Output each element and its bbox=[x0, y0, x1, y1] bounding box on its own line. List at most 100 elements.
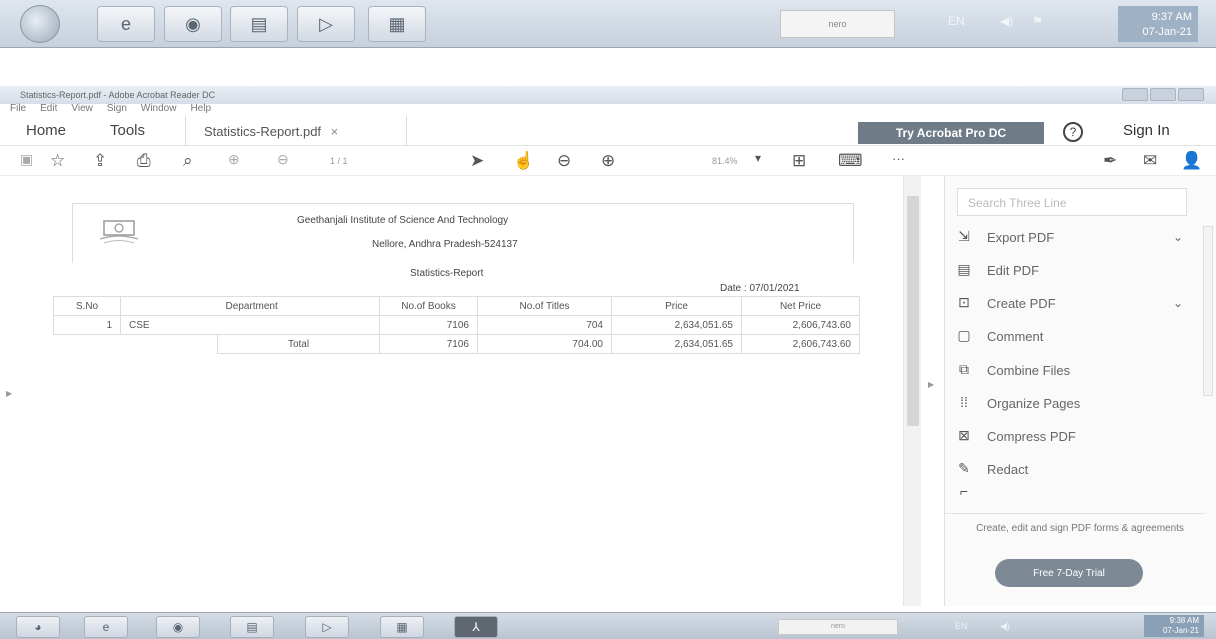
tool-next-partial[interactable]: ⌐ bbox=[953, 484, 1193, 500]
tab-document-label: Statistics-Report.pdf bbox=[204, 124, 322, 139]
tool-export-pdf-label: Export PDF bbox=[987, 229, 1055, 245]
menu-sign[interactable]: Sign bbox=[107, 103, 127, 117]
zoom-level[interactable]: 81.4% bbox=[712, 156, 738, 166]
tool-compress-pdf[interactable]: ⊠ Compress PDF bbox=[953, 423, 1193, 449]
volume-icon[interactable]: ◀) bbox=[1000, 621, 1010, 632]
close-tab-icon[interactable]: × bbox=[331, 124, 339, 139]
print-icon[interactable]: ⎙ bbox=[137, 151, 151, 171]
select-cursor-icon[interactable]: ➤ bbox=[470, 151, 484, 171]
close-window-button[interactable] bbox=[1178, 88, 1204, 101]
tool-combine-files[interactable]: ⧉ Combine Files bbox=[953, 357, 1193, 383]
chevron-down-icon[interactable]: ⌄ bbox=[1173, 230, 1183, 244]
menu-edit[interactable]: Edit bbox=[40, 103, 57, 117]
file-explorer-icon[interactable]: ▤ bbox=[230, 6, 288, 42]
more-tools-icon[interactable]: ··· bbox=[892, 151, 905, 166]
zoom-dropdown-icon[interactable]: ▾ bbox=[755, 151, 761, 165]
zoom-out-icon[interactable]: ⊖ bbox=[557, 151, 571, 171]
tool-edit-pdf[interactable]: ▤ Edit PDF bbox=[953, 257, 1193, 283]
media-player-icon[interactable]: ▷ bbox=[305, 616, 349, 638]
help-icon[interactable]: ? bbox=[1063, 122, 1083, 142]
menu-view[interactable]: View bbox=[71, 103, 93, 117]
tab-bar: Home Tools Statistics-Report.pdf × Try A… bbox=[0, 116, 1216, 146]
browser-icon[interactable]: ◉ bbox=[164, 6, 222, 42]
total-label: Total bbox=[217, 334, 380, 354]
tool-organize-pages-label: Organize Pages bbox=[987, 395, 1081, 411]
cell-department: CSE bbox=[120, 315, 380, 335]
tab-tools[interactable]: Tools bbox=[110, 122, 145, 139]
email-icon[interactable]: ✉ bbox=[1143, 151, 1157, 171]
sign-pen-icon[interactable]: ✒ bbox=[1103, 151, 1117, 171]
comment-icon: ▢ bbox=[957, 327, 971, 343]
minimize-button[interactable] bbox=[1122, 88, 1148, 101]
system-clock[interactable]: 9:37 AM 07-Jan-21 bbox=[1118, 6, 1198, 42]
col-header-sno: S.No bbox=[53, 296, 121, 316]
tool-organize-pages[interactable]: ⁞⁞ Organize Pages bbox=[953, 390, 1193, 416]
media-player-icon[interactable]: ▷ bbox=[297, 6, 355, 42]
internet-explorer-icon[interactable]: e bbox=[97, 6, 155, 42]
tools-pane-scrollbar[interactable] bbox=[1203, 226, 1213, 396]
pdf-page-border bbox=[72, 203, 854, 263]
tools-pane: Search Three Line ⇲ Export PDF ⌄ ▤ Edit … bbox=[944, 176, 1216, 606]
tool-redact[interactable]: ✎ Redact bbox=[953, 456, 1193, 482]
institute-logo bbox=[99, 220, 139, 244]
export-pdf-icon: ⇲ bbox=[958, 228, 970, 244]
network-icon[interactable]: ⚑ bbox=[1032, 14, 1043, 28]
upload-cloud-icon[interactable]: ⇪ bbox=[93, 151, 107, 171]
menu-file[interactable]: File bbox=[10, 103, 26, 117]
cell-sno: 1 bbox=[53, 315, 121, 335]
fit-page-icon[interactable]: ⊞ bbox=[792, 151, 806, 171]
word-icon[interactable]: ▦ bbox=[380, 616, 424, 638]
scrollbar-thumb[interactable] bbox=[907, 196, 919, 426]
right-panel-toggle-icon[interactable]: ▶ bbox=[928, 380, 934, 389]
browser-icon[interactable]: ◉ bbox=[156, 616, 200, 638]
free-trial-button[interactable]: Free 7-Day Trial bbox=[995, 559, 1143, 587]
chevron-down-icon[interactable]: ⌄ bbox=[1173, 296, 1183, 310]
document-viewer[interactable]: Geethanjali Institute of Science And Tec… bbox=[0, 176, 903, 606]
system-clock[interactable]: 9:38 AM 07-Jan-21 bbox=[1144, 615, 1204, 637]
clock-date: 07-Jan-21 bbox=[1162, 626, 1199, 635]
col-header-books: No.of Books bbox=[379, 296, 478, 316]
start-button-bottom[interactable]: ◕ bbox=[16, 616, 60, 638]
nero-tray[interactable]: nero bbox=[778, 619, 898, 635]
protect-icon: ⌐ bbox=[959, 484, 969, 499]
left-panel-toggle-icon[interactable]: ▶ bbox=[6, 389, 12, 398]
zoom-search-icon[interactable]: ⌕ bbox=[183, 151, 193, 171]
sign-in-button[interactable]: Sign In bbox=[1123, 122, 1170, 139]
keyboard-icon[interactable]: ⌨ bbox=[838, 151, 863, 171]
menu-help[interactable]: Help bbox=[190, 103, 211, 117]
menu-window[interactable]: Window bbox=[141, 103, 177, 117]
bookmark-star-icon[interactable]: ☆ bbox=[50, 151, 65, 171]
tool-comment[interactable]: ▢ Comment bbox=[953, 323, 1193, 349]
zoom-in-icon[interactable]: ⊕ bbox=[601, 151, 615, 171]
maximize-button[interactable] bbox=[1150, 88, 1176, 101]
tab-document[interactable]: Statistics-Report.pdf × bbox=[185, 116, 407, 146]
page-indicator[interactable]: 1 / 1 bbox=[330, 156, 348, 166]
language-indicator[interactable]: EN bbox=[948, 14, 965, 28]
file-explorer-icon[interactable]: ▤ bbox=[230, 616, 274, 638]
language-indicator[interactable]: EN bbox=[955, 621, 968, 631]
statistics-table: S.No Department No.of Books No.of Titles… bbox=[53, 296, 860, 354]
page-up-icon[interactable]: ⊕ bbox=[228, 151, 240, 168]
tools-search-input[interactable]: Search Three Line bbox=[957, 188, 1187, 216]
document-scrollbar[interactable] bbox=[903, 176, 921, 606]
try-acrobat-pro-button[interactable]: Try Acrobat Pro DC bbox=[858, 122, 1044, 144]
tool-export-pdf[interactable]: ⇲ Export PDF ⌄ bbox=[953, 224, 1193, 250]
total-titles: 704.00 bbox=[477, 334, 612, 354]
acrobat-reader-icon[interactable]: ⅄ bbox=[454, 616, 498, 638]
start-button[interactable] bbox=[20, 5, 60, 43]
save-icon[interactable]: ▣ bbox=[20, 151, 33, 168]
tool-create-pdf[interactable]: ⊡ Create PDF ⌄ bbox=[953, 290, 1193, 316]
page-down-icon[interactable]: ⊖ bbox=[277, 151, 289, 168]
nero-tray[interactable]: nero bbox=[780, 10, 895, 38]
tab-home[interactable]: Home bbox=[26, 122, 66, 139]
hand-tool-icon[interactable]: ☝ bbox=[513, 151, 534, 171]
add-user-icon[interactable]: 👤 bbox=[1181, 151, 1202, 171]
clock-date: 07-Jan-21 bbox=[1142, 26, 1192, 38]
toolbar: ▣ ☆ ⇪ ⎙ ⌕ ⊕ ⊖ 1 / 1 ➤ ☝ ⊖ ⊕ 81.4% ▾ ⊞ ⌨ … bbox=[0, 146, 1216, 176]
volume-icon[interactable]: ◀) bbox=[1000, 14, 1013, 28]
cell-titles: 704 bbox=[477, 315, 612, 335]
word-icon[interactable]: ▦ bbox=[368, 6, 426, 42]
internet-explorer-icon[interactable]: e bbox=[84, 616, 128, 638]
window-titlebar: Statistics-Report.pdf - Adobe Acrobat Re… bbox=[0, 86, 1216, 104]
col-header-titles: No.of Titles bbox=[477, 296, 612, 316]
